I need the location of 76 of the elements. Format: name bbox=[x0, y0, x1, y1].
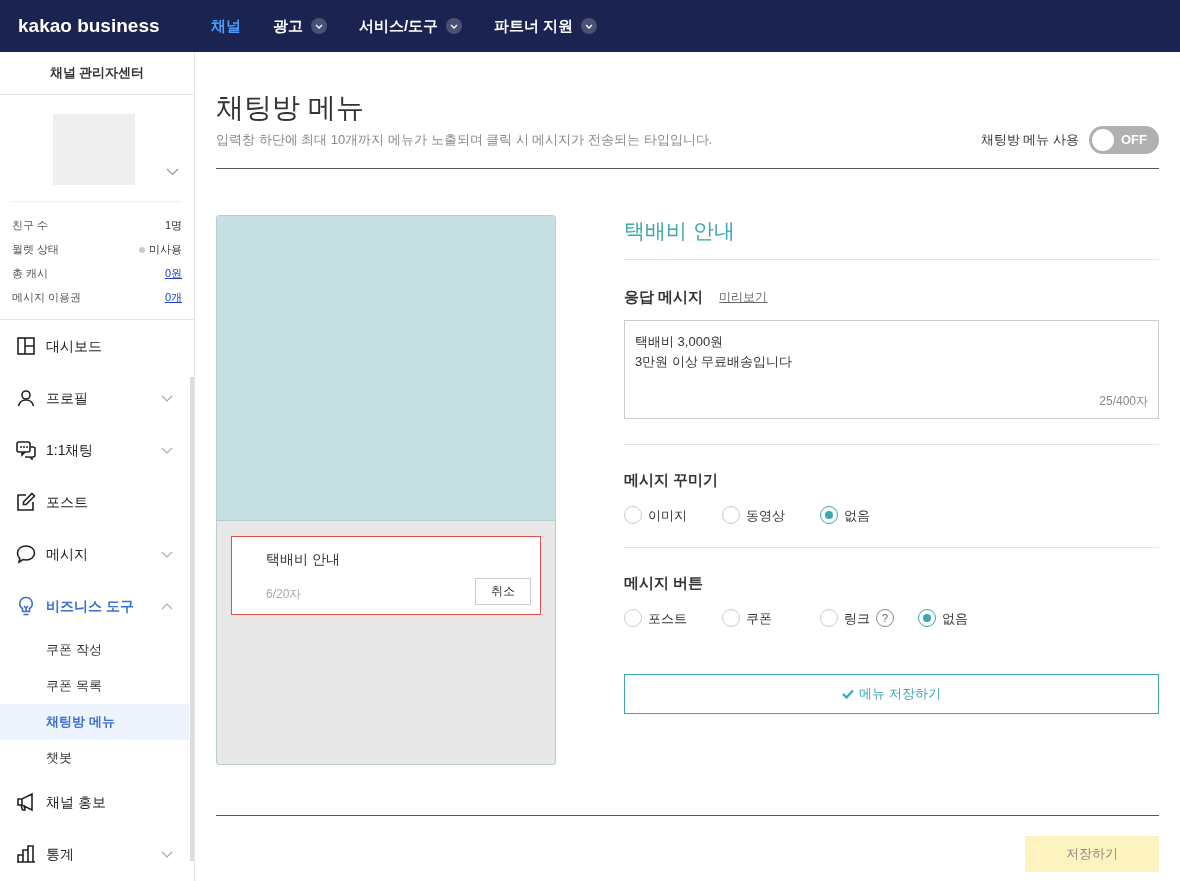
chevron-down-icon[interactable] bbox=[161, 850, 173, 858]
sidebar-label: 메시지 bbox=[46, 544, 89, 564]
response-text: 택배비 3,000원 3만원 이상 무료배송입니다 bbox=[635, 333, 793, 371]
stat-link[interactable]: 0원 bbox=[164, 265, 182, 282]
chat-icon bbox=[16, 440, 36, 460]
response-textarea[interactable]: 택배비 3,000원 3만원 이상 무료배송입니다 25/400자 bbox=[624, 320, 1159, 419]
form-heading: 택배비 안내 bbox=[624, 214, 1159, 260]
sidebar-title: 채널 관리자센터 bbox=[0, 52, 194, 95]
lightbulb-icon bbox=[16, 596, 36, 616]
scrollbar-thumb[interactable] bbox=[190, 377, 194, 861]
nav-link[interactable]: 서비스/도구 bbox=[359, 14, 439, 38]
radio-option[interactable]: 포스트 bbox=[624, 608, 702, 628]
sidebar-label: 1:1채팅 bbox=[46, 440, 95, 460]
sidebar-item[interactable]: 채널 홍보 bbox=[0, 776, 189, 828]
sidebar-label: 통계 bbox=[46, 844, 75, 864]
bar-chart-icon bbox=[16, 844, 36, 864]
radio-option[interactable]: 쿠폰 bbox=[722, 608, 800, 628]
radio-option[interactable]: 없음 bbox=[918, 608, 996, 628]
chevron-down-icon[interactable] bbox=[161, 446, 173, 454]
speech-bubble-icon bbox=[16, 544, 36, 564]
char-counter: 6/20자 bbox=[266, 585, 302, 603]
menu-name-text: 택배비 안내 bbox=[266, 549, 340, 569]
sidebar-label: 채널 홍보 bbox=[46, 792, 107, 812]
stat-label: 메시지 이용권 bbox=[12, 290, 82, 306]
radio-option[interactable]: 이미지 bbox=[624, 505, 702, 525]
dropdown-icon[interactable] bbox=[311, 18, 327, 34]
char-counter: 25/400자 bbox=[1099, 393, 1148, 410]
nav-link[interactable]: 파트너 지원 bbox=[494, 14, 574, 38]
sidebar-label: 비즈니스 도구 bbox=[46, 596, 135, 616]
sidebar-item[interactable]: 통계 bbox=[0, 828, 189, 880]
sidebar-label: 대시보드 bbox=[46, 336, 103, 356]
checkmark-icon bbox=[842, 689, 855, 699]
section-label: 메시지 버튼 bbox=[624, 573, 705, 593]
stat-label: 친구 수 bbox=[12, 218, 49, 234]
toggle-knob bbox=[1092, 128, 1114, 151]
section-label: 메시지 꾸미기 bbox=[624, 470, 720, 490]
nav-link[interactable]: 채널 bbox=[211, 14, 241, 38]
sidebar-item[interactable]: 포스트 bbox=[0, 476, 189, 528]
logo[interactable]: kakao business bbox=[18, 11, 211, 41]
sidebar-item[interactable]: 비즈니스 도구 bbox=[0, 580, 189, 632]
radio-option[interactable]: 동영상 bbox=[722, 505, 800, 525]
sidebar-subitem[interactable]: 챗봇 bbox=[0, 740, 189, 776]
sidebar-item[interactable]: 메시지 bbox=[0, 528, 189, 580]
stat-value: 미사용 bbox=[149, 242, 182, 258]
sidebar-subitem[interactable]: 채팅방 메뉴 bbox=[0, 704, 189, 740]
sidebar-item[interactable]: 프로필 bbox=[0, 372, 189, 424]
stat-link[interactable]: 0개 bbox=[164, 289, 182, 306]
menu-input-card[interactable]: 택배비 안내 6/20자 취소 bbox=[231, 535, 541, 615]
sidebar-label: 포스트 bbox=[46, 492, 89, 512]
dashboard-icon bbox=[16, 336, 36, 356]
dropdown-icon[interactable] bbox=[446, 18, 463, 34]
page-description: 입력창 하단에 최대 10개까지 메뉴가 노출되며 클릭 시 메시지가 전송되는 타입입니다. bbox=[216, 131, 713, 149]
dropdown-icon[interactable] bbox=[581, 18, 598, 34]
sidebar-subitem[interactable]: 쿠폰 작성 bbox=[0, 632, 189, 668]
radio-option[interactable]: 없음 bbox=[820, 505, 898, 525]
stat-value: 1명 bbox=[164, 218, 182, 234]
sidebar-item[interactable]: 1:1채팅 bbox=[0, 424, 189, 476]
chevron-down-icon[interactable] bbox=[161, 550, 173, 558]
page-title: 채팅방 메뉴 bbox=[216, 91, 365, 125]
nav-link[interactable]: 광고 bbox=[273, 14, 303, 38]
section-label: 응답 메시지 bbox=[624, 286, 704, 307]
edit-icon bbox=[16, 492, 36, 512]
sidebar-label: 프로필 bbox=[46, 388, 89, 408]
megaphone-icon bbox=[16, 792, 36, 812]
stat-label: 총 캐시 bbox=[12, 266, 49, 282]
radio-option[interactable]: 링크 ? bbox=[820, 608, 898, 628]
chevron-up-icon[interactable] bbox=[161, 602, 173, 610]
chevron-down-icon[interactable] bbox=[161, 394, 173, 402]
toggle-label: 채팅방 메뉴 사용 bbox=[980, 130, 1079, 149]
sidebar-item[interactable]: 대시보드 bbox=[0, 320, 189, 372]
stat-label: 월렛 상태 bbox=[12, 242, 60, 258]
chevron-down-icon[interactable] bbox=[166, 168, 179, 176]
preview-link[interactable]: 미리보기 bbox=[719, 287, 768, 306]
sidebar-subitem[interactable]: 쿠폰 목록 bbox=[0, 668, 189, 704]
person-icon bbox=[16, 388, 36, 408]
cancel-button[interactable]: 취소 bbox=[475, 577, 531, 605]
